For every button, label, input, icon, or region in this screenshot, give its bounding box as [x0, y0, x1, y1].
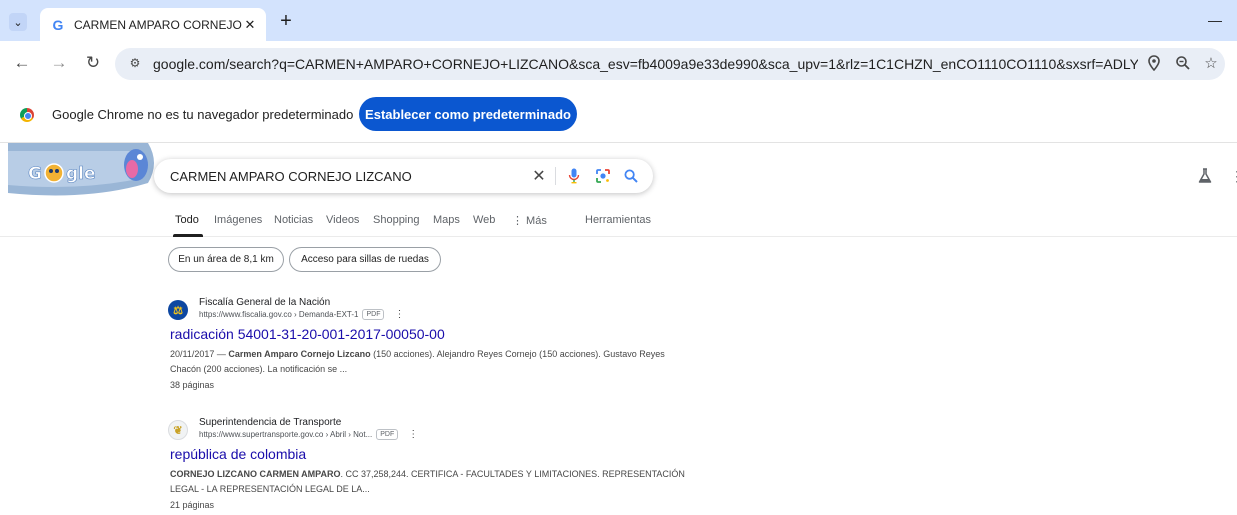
search-result: ⚖ Fiscalía General de la Nación https://… — [168, 297, 688, 397]
result-url-text: https://www.fiscalia.gov.co › Demanda-EX… — [199, 310, 359, 319]
chip-accesibilidad[interactable]: Acceso para sillas de ruedas — [289, 247, 441, 272]
default-browser-infobar: Google Chrome no es tu navegador predete… — [0, 86, 1237, 143]
tab-videos[interactable]: Videos — [326, 214, 359, 226]
search-tabs: Todo Imágenes Noticias Videos Shopping M… — [0, 210, 1237, 237]
google-favicon: G — [52, 16, 64, 33]
result-site-name[interactable]: Fiscalía General de la Nación — [199, 297, 330, 308]
pdf-badge: PDF — [376, 429, 399, 440]
tab-title: CARMEN AMPARO CORNEJO LI — [74, 17, 242, 32]
minimize-icon[interactable]: — — [1207, 12, 1223, 28]
tab-noticias[interactable]: Noticias — [274, 214, 313, 226]
voice-search-icon[interactable] — [566, 168, 582, 184]
pdf-badge: PDF — [362, 309, 385, 320]
supertransporte-favicon: ❦ — [168, 420, 188, 440]
result-title[interactable]: república de colombia — [170, 446, 306, 462]
result-snippet: CORNEJO LIZCANO CARMEN AMPARO. CC 37,258… — [170, 467, 690, 497]
snippet-highlight: CORNEJO LIZCANO CARMEN AMPARO — [170, 469, 341, 479]
lens-icon[interactable] — [595, 168, 611, 184]
search-result: ❦ Superintendencia de Transporte https:/… — [168, 417, 688, 515]
tab-strip: ⌄ G CARMEN AMPARO CORNEJO LI ✕ + — — [0, 0, 1237, 41]
snippet-date: 20/11/2017 — — [170, 349, 229, 359]
more-icon[interactable]: ⋮ — [1230, 168, 1237, 184]
clear-icon[interactable]: ✕ — [531, 168, 547, 185]
tab-mas[interactable]: ⋮ Más — [512, 214, 547, 227]
result-pages: 38 páginas — [170, 380, 215, 390]
result-url-text: https://www.supertransporte.gov.co › Abr… — [199, 430, 373, 439]
result-url[interactable]: https://www.fiscalia.gov.co › Demanda-EX… — [199, 309, 404, 320]
star-icon[interactable]: ☆ — [1202, 55, 1220, 73]
tab-search-icon[interactable]: ⌄ — [9, 13, 27, 31]
chip-area[interactable]: En un área de 8,1 km — [168, 247, 284, 272]
result-site-name[interactable]: Superintendencia de Transporte — [199, 417, 341, 428]
set-default-button[interactable]: Establecer como predeterminado — [359, 97, 577, 131]
zoom-icon[interactable] — [1174, 55, 1192, 73]
infobar-message: Google Chrome no es tu navegador predete… — [52, 107, 354, 122]
active-tab-indicator — [173, 234, 203, 237]
result-title[interactable]: radicación 54001-31-20-001-2017-00050-00 — [170, 326, 445, 342]
reload-icon[interactable]: ↻ — [83, 54, 103, 74]
result-url[interactable]: https://www.supertransporte.gov.co › Abr… — [199, 429, 418, 440]
google-doodle[interactable]: G gle — [8, 143, 160, 197]
result-menu-icon[interactable]: ⋮ — [408, 429, 418, 440]
plus-icon[interactable]: + — [276, 11, 296, 32]
search-icon[interactable] — [623, 168, 639, 184]
result-pages: 21 páginas — [170, 500, 215, 510]
search-divider — [555, 167, 556, 185]
url-text[interactable]: google.com/search?q=CARMEN+AMPARO+CORNEJ… — [153, 56, 1138, 72]
tab-maps[interactable]: Maps — [433, 214, 460, 226]
tab-web[interactable]: Web — [473, 214, 495, 226]
tab-imagenes[interactable]: Imágenes — [214, 214, 262, 226]
location-icon[interactable] — [1145, 55, 1163, 73]
result-snippet: 20/11/2017 — Carmen Amparo Cornejo Lizca… — [170, 347, 690, 377]
tab-todo[interactable]: Todo — [175, 214, 199, 226]
fiscalia-favicon: ⚖ — [168, 300, 188, 320]
forward-icon[interactable]: → — [49, 54, 69, 74]
browser-tab[interactable]: G CARMEN AMPARO CORNEJO LI ✕ — [40, 8, 266, 41]
close-icon[interactable]: ✕ — [242, 17, 258, 33]
tab-shopping[interactable]: Shopping — [373, 214, 420, 226]
labs-icon[interactable] — [1197, 168, 1213, 184]
back-icon[interactable]: ← — [12, 54, 32, 74]
chrome-logo-icon — [20, 108, 34, 122]
svg-text:gle: gle — [66, 164, 96, 184]
svg-text:G: G — [28, 164, 42, 184]
snippet-highlight: Carmen Amparo Cornejo Lizcano — [228, 349, 371, 359]
tab-herramientas[interactable]: Herramientas — [585, 214, 651, 226]
google-search-box[interactable]: CARMEN AMPARO CORNEJO LIZCANO ✕ — [154, 159, 653, 193]
search-input[interactable]: CARMEN AMPARO CORNEJO LIZCANO — [170, 169, 412, 184]
address-bar[interactable]: ⚙ google.com/search?q=CARMEN+AMPARO+CORN… — [115, 48, 1225, 80]
site-info-icon[interactable]: ⚙ — [127, 56, 143, 72]
result-menu-icon[interactable]: ⋮ — [394, 309, 404, 320]
browser-toolbar: ← → ↻ ⚙ google.com/search?q=CARMEN+AMPAR… — [0, 41, 1237, 86]
